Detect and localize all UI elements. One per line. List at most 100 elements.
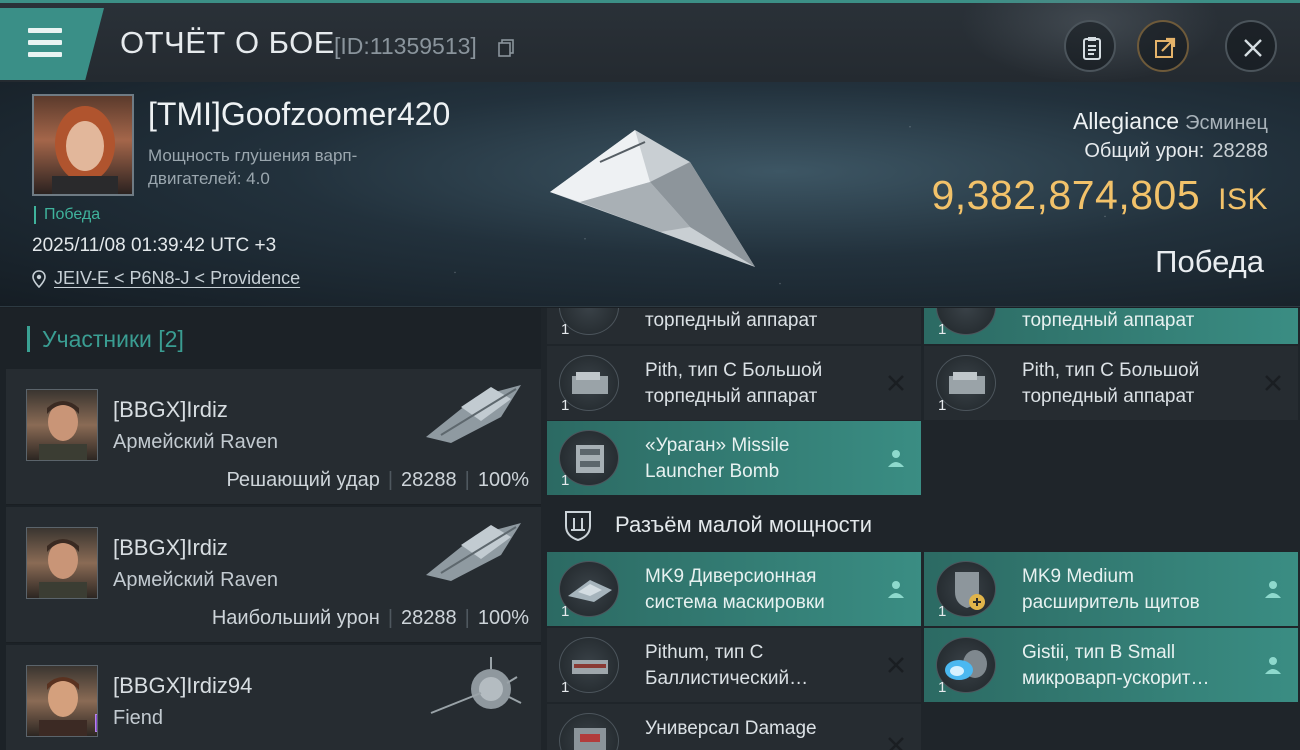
module-item[interactable]: 1 Gistii, тип B Small микроварп-ускорит… (924, 628, 1298, 702)
module-qty: 1 (938, 603, 947, 620)
participant-card[interactable]: [BBGX]Irdiz Армейский Raven Наибольший у… (6, 507, 541, 643)
clipboard-icon (1083, 37, 1101, 60)
share-button[interactable] (1137, 20, 1189, 72)
pilot-avatar[interactable] (32, 94, 134, 196)
fiend-ship-image (430, 657, 522, 714)
module-qty: 1 (938, 679, 947, 696)
destroyed-icon (1265, 375, 1281, 391)
participant-stats: Наибольший урон | 28288 | 100% (211, 607, 529, 629)
participant-role: Наибольший урон (211, 607, 380, 629)
module-item[interactable]: 1 Pith, тип C Большой торпедный аппарат (547, 346, 921, 420)
close-icon (1244, 39, 1262, 57)
damage-control-icon (559, 713, 619, 750)
participant-card[interactable]: [BBGX]Irdiz Армейский Raven Решающий уда… (6, 369, 541, 505)
module-qty: 1 (561, 472, 570, 489)
menu-icon (28, 28, 62, 33)
module-name: торпедный аппарат (645, 310, 818, 331)
fitting-panel[interactable]: 1 торпедный аппарат 1 торпедный аппарат … (541, 308, 1300, 750)
top-bar: ОТЧЁТ О БОЕ [ID:11359513] (0, 0, 1300, 83)
report-id: [ID:11359513] (334, 33, 477, 59)
low-slot-title: Разъём малой мощности (615, 512, 873, 537)
total-damage-label: Общий урон: (1084, 140, 1205, 162)
dropped-person-icon (1265, 581, 1281, 598)
module-item[interactable]: 1 MK9 Диверсионная система маскировки (547, 552, 921, 626)
raven-ship-image (426, 523, 521, 581)
module-item[interactable]: 1 Pithum, тип C Баллистический… (547, 628, 921, 702)
victim-header: [TMI]Goofzoomer420 Мощность глушения вар… (0, 82, 1300, 307)
participant-stats: Решающий удар | 28288 | 100% (226, 469, 529, 491)
pilot-name[interactable]: [TMI]Goofzoomer420 (148, 96, 450, 133)
battle-result: Победа (1155, 244, 1264, 279)
module-item[interactable]: 1 Pith, тип C Большой торпедный аппарат (924, 346, 1298, 420)
participant-name[interactable]: [BBGX]Irdiz (113, 397, 228, 423)
isk-value: 9,382,874,805 ISK (931, 172, 1268, 219)
module-item[interactable]: 1 торпедный аппарат (547, 308, 921, 344)
victim-ship-image (550, 130, 755, 267)
participant-name[interactable]: [BBGX]Irdiz94 (113, 673, 252, 699)
low-slot-shield-icon (565, 511, 591, 542)
total-damage-value: 28288 (1212, 140, 1268, 162)
module-name: Pithum, тип C Баллистический… (645, 642, 809, 689)
participants-panel[interactable]: Участники [2] [BBGX]Irdiz Армейский Rave… (0, 308, 541, 750)
kill-datetime: 2025/11/08 01:39:42 UTC +3 (32, 235, 277, 256)
module-name: Универсал Damage (645, 718, 817, 739)
dropped-person-icon (888, 450, 904, 467)
participant-ship: Fiend (113, 707, 164, 729)
avatar[interactable] (26, 389, 98, 461)
module-item[interactable]: 1 «Ураган» Missile Launcher Bomb (547, 421, 921, 495)
participant-role: Решающий удар (226, 469, 380, 491)
victim-ship-class: Эсминец (1185, 112, 1268, 134)
participant-percent: 100% (477, 607, 529, 629)
module-item[interactable]: 1 торпедный аппарат (924, 308, 1298, 344)
module-name: Pith, тип C Большой торпедный аппарат (1022, 360, 1200, 407)
low-slot-section-header: Разъём малой мощности (561, 508, 872, 542)
share-icon (1155, 37, 1176, 58)
module-item[interactable]: 1 MK9 Medium расширитель щитов (924, 552, 1298, 626)
dropped-person-icon (888, 581, 904, 598)
participant-percent: 100% (477, 469, 529, 491)
module-name: торпедный аппарат (1022, 310, 1195, 331)
isk-amount: 9,382,874,805 (931, 172, 1201, 218)
avatar[interactable] (26, 665, 98, 737)
participant-damage: 28288 (401, 469, 457, 491)
module-item[interactable]: 1 Универсал Damage (547, 704, 921, 750)
module-qty: 1 (561, 397, 570, 414)
module-name: MK9 Medium расширитель щитов (1022, 566, 1200, 613)
module-qty: 1 (561, 321, 570, 338)
destroyed-icon (888, 657, 904, 673)
isk-currency: ISK (1218, 183, 1268, 216)
participants-header: Участники [2] (27, 326, 184, 352)
participant-ship: Армейский Raven (113, 569, 278, 591)
participant-card[interactable]: [BBGX]Irdiz94 Fiend (6, 645, 541, 750)
close-button[interactable] (1225, 20, 1277, 72)
location-link[interactable]: JEIV-E < P6N8-J < Providence (54, 268, 300, 289)
victim-ship-name[interactable]: Allegiance (1073, 108, 1179, 134)
total-damage: Общий урон: 28288 (1084, 140, 1268, 163)
module-name: «Ураган» Missile Launcher Bomb (645, 435, 790, 482)
clipboard-button[interactable] (1064, 20, 1116, 72)
raven-ship-image (426, 385, 521, 443)
location[interactable]: JEIV-E < P6N8-J < Providence (32, 268, 300, 289)
warp-disruption-label: Мощность глушения варп-двигателей: 4.0 (148, 146, 358, 188)
module-qty: 1 (938, 397, 947, 414)
participant-name[interactable]: [BBGX]Irdiz (113, 535, 228, 561)
module-qty: 1 (561, 679, 570, 696)
outcome-tag: Победа (34, 206, 100, 224)
menu-button[interactable] (0, 8, 104, 80)
participant-ship: Армейский Raven (113, 431, 278, 453)
module-name: Gistii, тип B Small микроварп-ускорит… (1022, 642, 1210, 689)
participant-damage: 28288 (401, 607, 457, 629)
module-qty: 1 (938, 321, 947, 338)
victim-ship-line: Allegiance Эсминец (1073, 108, 1268, 135)
dropped-person-icon (1265, 657, 1281, 674)
avatar[interactable] (26, 527, 98, 599)
module-name: Pith, тип C Большой торпедный аппарат (645, 360, 823, 407)
copy-icon[interactable] (498, 39, 514, 57)
module-qty: 1 (561, 603, 570, 620)
page-title: ОТЧЁТ О БОЕ (120, 25, 335, 60)
destroyed-icon (888, 737, 904, 750)
module-name: MK9 Диверсионная система маскировки (645, 566, 825, 613)
corp-badge-icon (95, 714, 97, 732)
location-pin-icon (32, 269, 46, 288)
destroyed-icon (888, 375, 904, 391)
